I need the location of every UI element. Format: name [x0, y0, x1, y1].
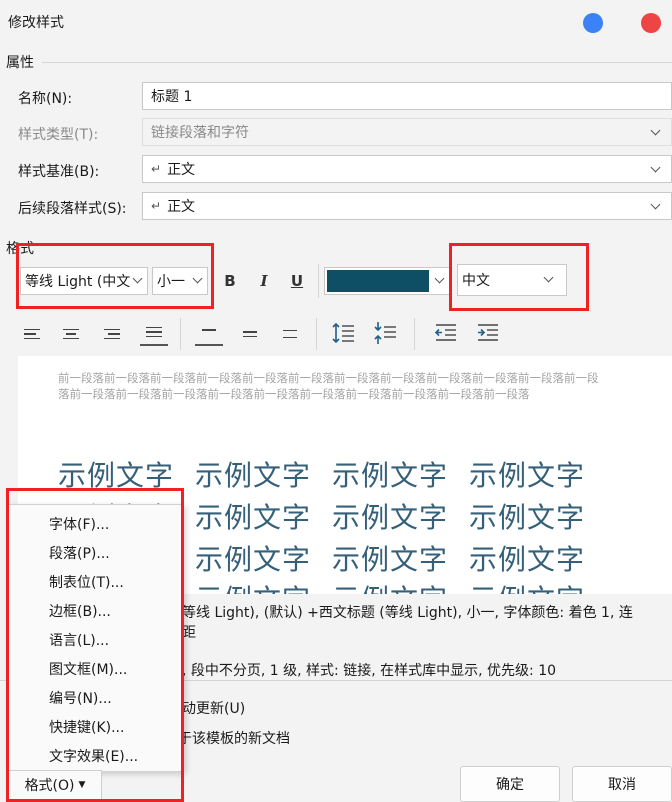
description-line: 距 — [182, 625, 196, 641]
highlight-box-menu — [6, 488, 184, 802]
increase-indent-button[interactable] — [474, 320, 502, 346]
justify-button[interactable] — [140, 320, 168, 346]
name-input[interactable]: 标题 1 — [142, 82, 672, 110]
name-input-value: 标题 1 — [151, 89, 193, 105]
decrease-spacing-button[interactable] — [372, 320, 400, 346]
double-spacing-button[interactable] — [276, 322, 304, 346]
font-color-swatch — [327, 270, 429, 292]
ok-button[interactable]: 确定 — [460, 766, 560, 802]
paragraph-mark-icon: ↵ — [151, 199, 162, 213]
font-color-picker[interactable] — [324, 267, 450, 295]
chevron-down-icon — [651, 201, 661, 211]
preview-sample-text: 示例文字 — [195, 459, 312, 492]
toolbar-divider — [316, 318, 317, 350]
cancel-button[interactable]: 取消 — [572, 766, 672, 802]
new-documents-label[interactable]: 于该模板的新文档 — [178, 728, 290, 748]
bold-button[interactable]: B — [217, 268, 243, 294]
preview-sample-text: 示例文字 — [332, 583, 448, 594]
increase-spacing-button[interactable] — [330, 320, 358, 346]
align-center-button[interactable] — [57, 322, 85, 346]
toolbar-divider — [318, 264, 319, 298]
based-on-label: 样式基准(B): — [18, 164, 100, 180]
style-type-select[interactable]: 链接段落和字符 — [142, 118, 672, 146]
style-type-label: 样式类型(T): — [18, 127, 99, 143]
align-left-button[interactable] — [18, 322, 46, 346]
highlight-box-script — [449, 243, 589, 311]
preview-sample-text: 示例文字 — [195, 543, 312, 576]
preview-sample-text: 示例文字 — [469, 501, 586, 534]
preview-sample-text: 示例文字 — [332, 459, 449, 492]
based-on-select[interactable]: ↵ 正文 — [142, 155, 672, 183]
decrease-indent-button[interactable] — [432, 320, 460, 346]
paragraph-mark-icon: ↵ — [151, 162, 162, 176]
based-on-value: 正文 — [167, 162, 196, 178]
next-style-select[interactable]: ↵ 正文 — [142, 192, 672, 220]
next-style-value: 正文 — [167, 199, 196, 215]
maximize-icon[interactable] — [583, 13, 603, 33]
toolbar-divider — [414, 318, 415, 350]
properties-divider — [42, 62, 672, 63]
preview-sample-text: 示例文字 — [469, 543, 586, 576]
underline-button[interactable]: U — [284, 268, 310, 294]
name-label: 名称(N): — [18, 91, 73, 107]
description-line: , 段中不分页, 1 级, 样式: 链接, 在样式库中显示, 优先级: 10 — [182, 663, 557, 679]
preview-sample-text: 示例文字 — [195, 583, 311, 594]
preview-sample-text: 示例文字 — [195, 501, 312, 534]
toolbar-divider — [180, 318, 181, 350]
auto-update-label[interactable]: 动更新(U) — [182, 698, 245, 718]
align-right-button[interactable] — [98, 322, 126, 346]
dialog-title: 修改样式 — [8, 15, 64, 31]
chevron-down-icon — [651, 127, 661, 137]
chevron-down-icon — [435, 275, 445, 285]
properties-section-label: 属性 — [6, 55, 34, 71]
highlight-box-font — [16, 243, 214, 309]
preview-sample-text: 示例文字 — [332, 543, 449, 576]
preview-sample-text: 示例文字 — [469, 583, 585, 594]
description-line: 等线 Light), (默认) +西文标题 (等线 Light), 小一, 字体… — [182, 605, 633, 621]
style-type-value: 链接段落和字符 — [151, 125, 249, 141]
preview-sample-text: 示例文字 — [469, 459, 586, 492]
close-icon[interactable] — [641, 13, 661, 33]
chevron-down-icon — [651, 164, 661, 174]
preview-sample-text: 示例文字 — [332, 501, 449, 534]
single-spacing-button[interactable] — [195, 320, 223, 346]
preview-previous-paragraph: 前一段落前一段落前一段落前一段落前一段落前一段落前一段落前一段落前一段落前一段落… — [58, 371, 599, 401]
one-half-spacing-button[interactable] — [236, 322, 264, 346]
italic-button[interactable]: I — [251, 268, 277, 294]
next-style-label: 后续段落样式(S): — [18, 201, 127, 217]
